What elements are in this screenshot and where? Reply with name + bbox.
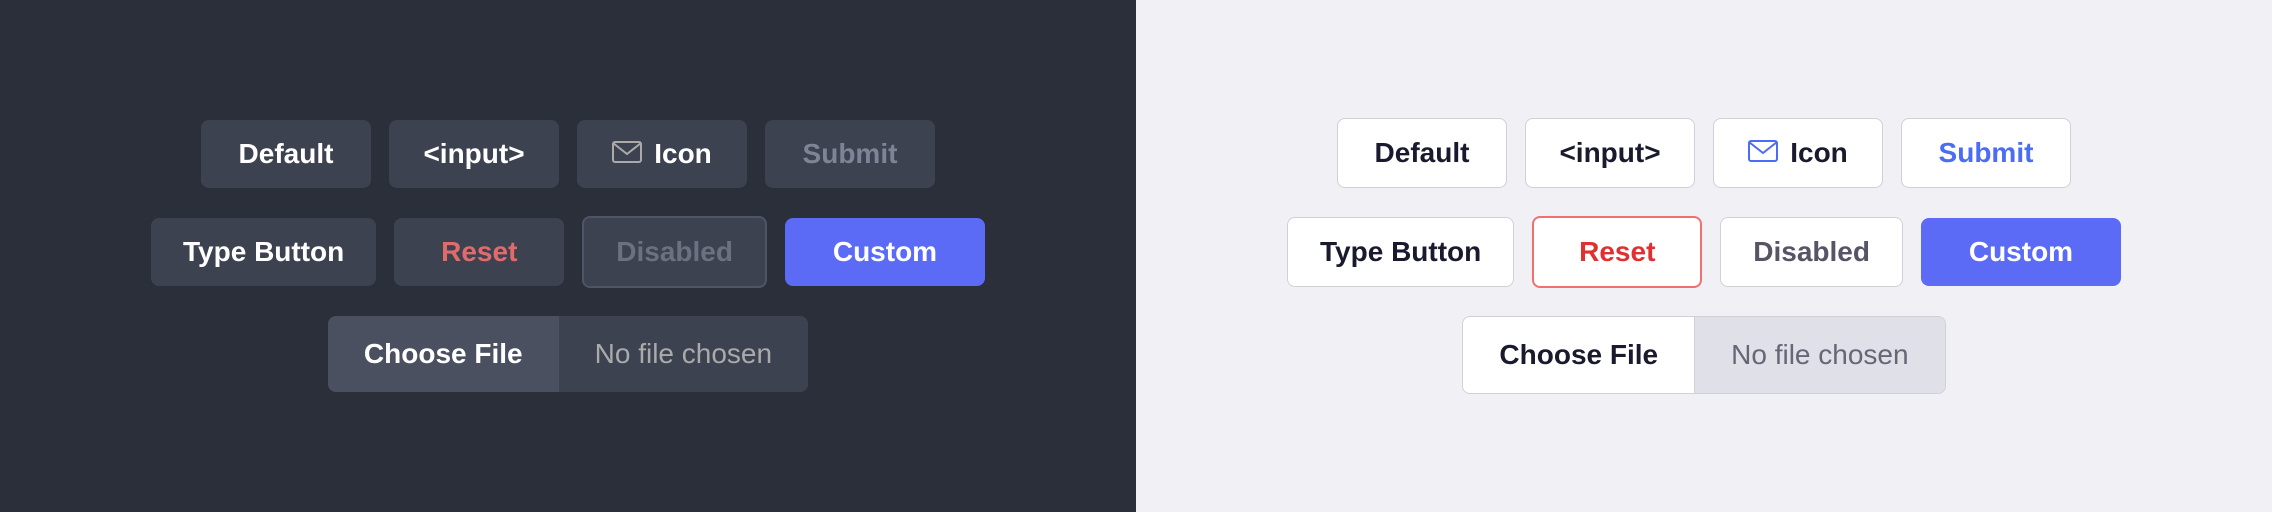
dark-icon-label: Icon [654,138,712,170]
dark-reset-button[interactable]: Reset [394,218,564,286]
dark-choose-file-button[interactable]: Choose File [328,316,559,392]
light-no-file-label: No file chosen [1695,317,1944,393]
light-file-input[interactable]: Choose File No file chosen [1462,316,1945,394]
dark-custom-button[interactable]: Custom [785,218,985,286]
light-panel: Default <input> Icon Submit Type Button … [1136,0,2272,512]
light-type-button[interactable]: Type Button [1287,217,1514,287]
light-default-button[interactable]: Default [1337,118,1507,188]
light-reset-button[interactable]: Reset [1532,216,1702,288]
envelope-icon [612,138,642,170]
light-row-1: Default <input> Icon Submit [1337,118,2071,188]
dark-row-2: Type Button Reset Disabled Custom [151,216,985,288]
light-icon-button[interactable]: Icon [1713,118,1883,188]
dark-icon-button[interactable]: Icon [577,120,747,188]
dark-disabled-button: Disabled [582,216,767,288]
light-row-3: Choose File No file chosen [1462,316,1945,394]
light-row-2: Type Button Reset Disabled Custom [1287,216,2121,288]
dark-input-button[interactable]: <input> [389,120,559,188]
dark-row-3: Choose File No file chosen [328,316,808,392]
light-submit-button[interactable]: Submit [1901,118,2071,188]
dark-type-button[interactable]: Type Button [151,218,376,286]
dark-file-input[interactable]: Choose File No file chosen [328,316,808,392]
light-choose-file-button[interactable]: Choose File [1463,317,1695,393]
light-input-button[interactable]: <input> [1525,118,1695,188]
dark-submit-button[interactable]: Submit [765,120,935,188]
dark-panel: Default <input> Icon Submit Type Button … [0,0,1136,512]
dark-no-file-label: No file chosen [559,316,808,392]
light-icon-label: Icon [1790,137,1848,169]
dark-row-1: Default <input> Icon Submit [201,120,935,188]
light-disabled-button: Disabled [1720,217,1903,287]
light-custom-button[interactable]: Custom [1921,218,2121,286]
envelope-icon-light [1748,137,1778,169]
dark-default-button[interactable]: Default [201,120,371,188]
